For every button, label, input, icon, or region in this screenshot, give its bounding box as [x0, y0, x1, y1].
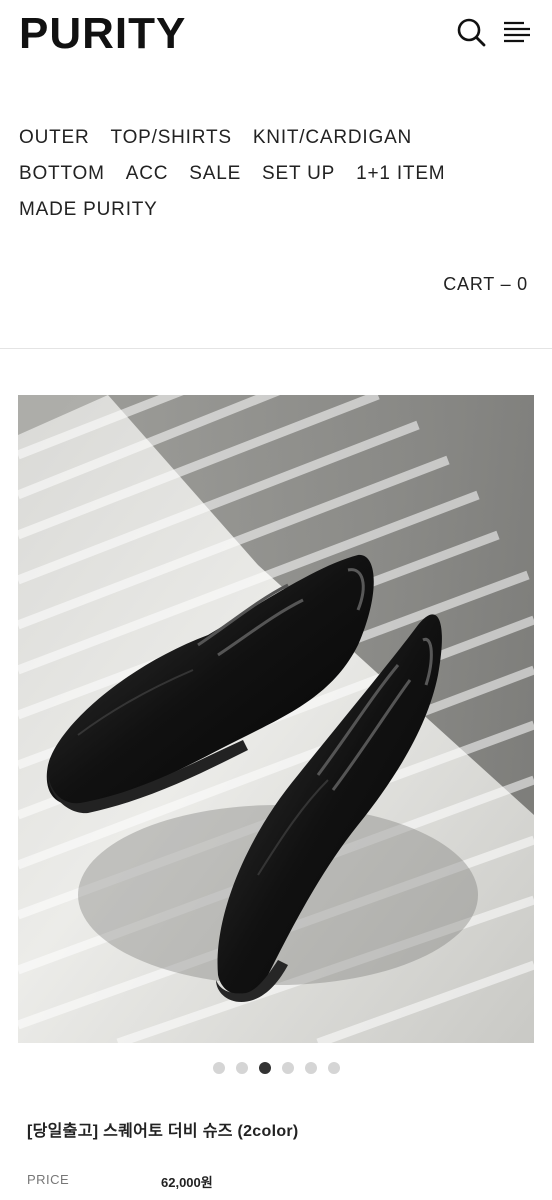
product-image[interactable]	[18, 395, 534, 1043]
nav-item-outer[interactable]: OUTER	[19, 127, 90, 149]
gallery-dot[interactable]	[327, 1062, 340, 1074]
nav-item-sale[interactable]: SALE	[189, 163, 241, 185]
gallery-dot[interactable]	[281, 1062, 294, 1074]
gallery-dot[interactable]	[212, 1062, 225, 1074]
nav-item-top-shirts[interactable]: TOP/SHIRTS	[111, 127, 232, 149]
black-square-toe-derby-shoes-photo	[18, 395, 534, 1043]
nav-row: BOTTOM ACC SALE SET UP 1+1 ITEM	[19, 156, 529, 192]
search-button[interactable]	[455, 16, 487, 48]
category-nav: OUTER TOP/SHIRTS KNIT/CARDIGAN BOTTOM AC…	[19, 120, 529, 228]
product-title: [당일출고] 스퀘어토 더비 슈즈 (2color)	[27, 1123, 299, 1140]
gallery-dot[interactable]	[304, 1062, 317, 1074]
price-value: 62,000원	[161, 1175, 213, 1190]
brand-logo[interactable]: PURITY	[19, 8, 186, 60]
nav-item-bottom[interactable]: BOTTOM	[19, 163, 105, 185]
gallery-pagination	[0, 1062, 552, 1074]
gallery-dot[interactable]	[235, 1062, 248, 1074]
nav-row: OUTER TOP/SHIRTS KNIT/CARDIGAN	[19, 120, 529, 156]
nav-item-set-up[interactable]: SET UP	[262, 163, 335, 185]
cart-link[interactable]: CART – 0	[443, 274, 528, 295]
nav-item-acc[interactable]: ACC	[126, 163, 169, 185]
nav-item-1plus1[interactable]: 1+1 ITEM	[356, 163, 445, 185]
nav-item-knit-cardigan[interactable]: KNIT/CARDIGAN	[253, 127, 412, 149]
price-row: PRICE 62,000원	[27, 1172, 527, 1192]
menu-icon	[504, 21, 530, 43]
gallery-dot[interactable]	[258, 1062, 271, 1074]
search-icon	[457, 18, 486, 47]
price-label: PRICE	[27, 1172, 70, 1187]
site-header: PURITY	[0, 0, 552, 70]
menu-button[interactable]	[501, 16, 533, 48]
header-divider	[0, 348, 552, 349]
nav-item-made-purity[interactable]: MADE PURITY	[19, 199, 158, 221]
nav-row: MADE PURITY	[19, 192, 529, 228]
